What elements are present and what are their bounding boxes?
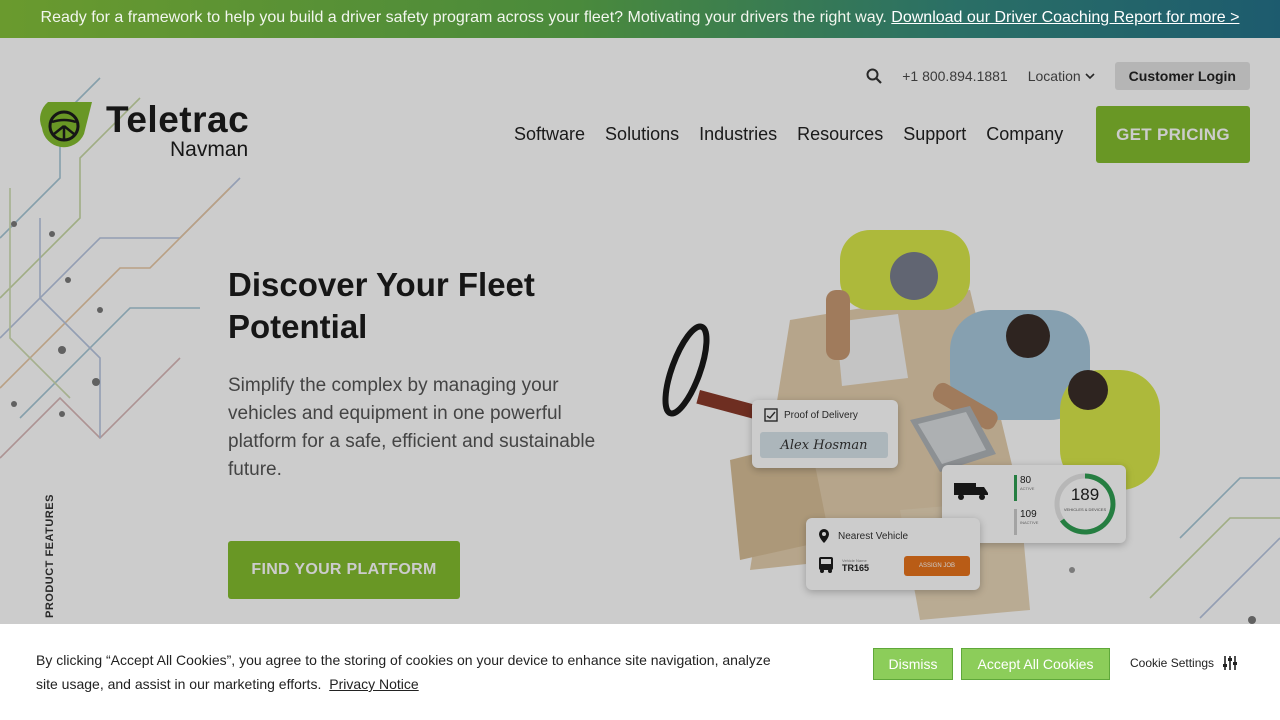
inactive-bar (1014, 509, 1017, 535)
total-label: VEHICLES & DEVICES (1063, 507, 1107, 512)
sliders-icon (1223, 656, 1238, 670)
cookie-banner: By clicking “Accept All Cookies”, you ag… (0, 624, 1280, 720)
nav-item-solutions[interactable]: Solutions (605, 124, 679, 145)
find-your-platform-button[interactable]: FIND YOUR PLATFORM (228, 541, 460, 599)
total-count: 189 (1070, 485, 1100, 504)
logo-line1: Teletrac (106, 99, 250, 140)
active-bar (1014, 475, 1017, 501)
phone-link[interactable]: +1 800.894.1881 (902, 68, 1008, 84)
nav-item-resources[interactable]: Resources (797, 124, 883, 145)
location-label: Location (1027, 68, 1081, 84)
location-pin-icon (819, 529, 829, 543)
nav-item-software[interactable]: Software (514, 124, 585, 145)
cookie-message: By clicking “Accept All Cookies”, you ag… (36, 648, 796, 696)
logo-wordmark: Teletrac Navman (106, 99, 250, 161)
customer-login-button[interactable]: Customer Login (1114, 62, 1250, 90)
nav-item-company[interactable]: Company (986, 124, 1063, 145)
active-label: ACTIVE (1020, 486, 1035, 491)
utility-nav: +1 800.894.1881 Location Customer Login (866, 62, 1250, 90)
assign-job-button: ASSIGN JOB (904, 556, 970, 576)
pod-title: Proof of Delivery (784, 409, 858, 421)
nav-item-industries[interactable]: Industries (699, 124, 777, 145)
proof-of-delivery-card: Proof of Delivery Alex Hosman (752, 400, 898, 468)
inactive-label: INACTIVE (1020, 520, 1039, 525)
truck-icon (954, 483, 988, 500)
cookie-settings-label: Cookie Settings (1130, 656, 1215, 670)
nearest-title: Nearest Vehicle (838, 530, 909, 542)
signature-icon (764, 408, 778, 422)
announcement-banner: Ready for a framework to help you build … (0, 0, 1280, 38)
inactive-stat: 109 INACTIVE (1020, 509, 1038, 525)
inactive-count: 109 (1020, 509, 1037, 520)
bus-icon (819, 557, 833, 573)
nearest-vehicle-card: Nearest Vehicle Vehicle Name TR165 ASSIGN… (806, 518, 980, 590)
accept-all-cookies-button[interactable]: Accept All Cookies (961, 648, 1110, 680)
chevron-down-icon (1085, 73, 1095, 80)
search-icon[interactable] (866, 68, 882, 84)
product-features-text: PRODUCT FEATURES (44, 494, 56, 618)
nav-item-support[interactable]: Support (903, 124, 966, 145)
logo-line2: Navman (170, 138, 249, 161)
page: +1 800.894.1881 Location Customer Login … (0, 38, 1280, 720)
vehicle-id: TR165 (842, 562, 870, 573)
active-stat: 80 ACTIVE (1020, 475, 1034, 491)
hero-title: Discover Your Fleet Potential (228, 266, 535, 345)
product-features-label[interactable]: PRODUCT FEATURES (44, 494, 74, 628)
dismiss-button[interactable]: Dismiss (873, 648, 953, 680)
get-pricing-button[interactable]: GET PRICING (1096, 106, 1250, 163)
teletrac-logo-icon (40, 102, 92, 148)
active-count: 80 (1020, 475, 1032, 486)
cookie-settings-button[interactable]: Cookie Settings (1130, 655, 1238, 671)
banner-report-link[interactable]: Download our Driver Coaching Report for … (891, 9, 1239, 26)
banner-text: Ready for a framework to help you build … (40, 9, 887, 26)
main-nav: Software Solutions Industries Resources … (514, 124, 1063, 145)
privacy-notice-link[interactable]: Privacy Notice (329, 676, 418, 692)
location-dropdown[interactable]: Location (1028, 68, 1095, 84)
signature-field: Alex Hosman (760, 432, 888, 458)
hero-subtitle: Simplify the complex by managing your ve… (228, 375, 596, 480)
logo[interactable]: Teletrac Navman (40, 100, 249, 160)
